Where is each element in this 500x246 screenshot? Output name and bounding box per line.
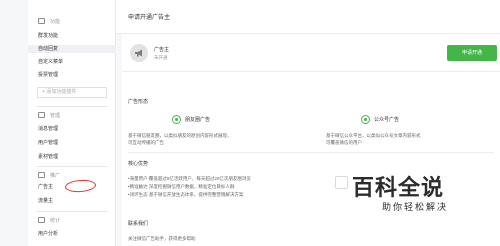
management-section-label: 管理 — [50, 112, 61, 119]
sidebar-divider — [36, 211, 108, 212]
function-icon — [38, 18, 45, 24]
function-section-label: 功能 — [50, 18, 61, 25]
advantage-line: •闭环生态 基于微信开放生态体系，提供完整营销解决方案 — [128, 192, 244, 197]
watermark-subtitle: 助你轻松解决 — [382, 202, 449, 212]
moments-ad-option[interactable]: 朋友圈广告 — [172, 115, 210, 124]
ad-format-heading: 广告形态 — [128, 99, 149, 105]
sidebar-item-vote-management[interactable]: 投票管理 — [38, 71, 58, 79]
sidebar-item-user-management[interactable]: 用户管理 — [38, 139, 58, 147]
moments-ad-desc: 基于微信朋友圈，以类似朋友的原创内容形式展现， — [128, 133, 232, 138]
megaphone-icon — [130, 44, 148, 62]
sidebar-divider — [36, 166, 108, 167]
advertiser-card: 广告主 未开通 申请开通 广告形态 朋友圈广告 基于微信朋友圈，以类似朋友的原创… — [122, 34, 500, 246]
function-section-header: 功能 — [38, 16, 60, 26]
page-title: 申请开通广告主 — [128, 15, 171, 21]
page-header: 申请开通广告主 — [116, 0, 500, 34]
promotion-section-label: 推广 — [50, 172, 61, 179]
management-icon — [38, 112, 45, 118]
moments-ad-label: 朋友圈广告 — [185, 117, 211, 123]
contact-heading: 联系我们 — [128, 221, 149, 227]
sidebar-item-user-analysis[interactable]: 用户分析 — [38, 230, 58, 238]
management-section-header: 管理 — [38, 110, 60, 120]
core-advantages-heading: 核心优势 — [128, 161, 149, 167]
stats-section-label: 统计 — [50, 217, 61, 224]
contact-line: 关注微信广告助手，获得更多帮助 — [128, 236, 196, 241]
highlight-circle — [64, 178, 97, 194]
sidebar-item-message-management[interactable]: 消息管理 — [38, 125, 58, 133]
watermark-logo-icon — [335, 176, 348, 189]
official-account-ad-desc: 基于微信公众平台，以类似公众号文章内容形式 — [326, 133, 421, 138]
add-plugin-button[interactable]: + 添加功能插件 — [37, 87, 107, 98]
official-account-icon — [361, 115, 370, 124]
stats-section-header: 统计 — [38, 215, 60, 225]
official-account-ad-desc: 可覆盖微信的用户 — [326, 140, 362, 145]
section-divider — [128, 152, 494, 153]
advantage-line: •精准触达 深度挖掘微信用户数据，精准定位目标人群 — [128, 184, 235, 189]
sidebar-item-material-management[interactable]: 素材管理 — [38, 153, 58, 161]
sidebar-item-custom-menu[interactable]: 自定义菜单 — [38, 58, 63, 66]
sidebar-item-advertiser[interactable]: 广告主 — [38, 183, 53, 191]
advertiser-name: 广告主 — [154, 47, 170, 53]
moments-icon — [172, 115, 181, 124]
sidebar-item-traffic-owner[interactable]: 流量主 — [38, 197, 53, 205]
official-account-ad-label: 公众号广告 — [374, 117, 400, 123]
advantage-line: •海量用户 覆盖超过8亿活跃用户，每天超过20亿次朋友圈浏览 — [128, 176, 251, 181]
moments-ad-desc: 可互动传播的广告 — [128, 140, 164, 145]
sidebar: 功能 群发功能 自动回复 自定义菜单 投票管理 + 添加功能插件 管理 消息管理… — [28, 0, 116, 246]
advertiser-status: 未开通 — [154, 55, 168, 60]
sidebar-item-mass-send[interactable]: 群发功能 — [38, 32, 58, 40]
promotion-section-header: 推广 — [38, 170, 60, 180]
official-account-ad-option[interactable]: 公众号广告 — [361, 115, 399, 124]
apply-button[interactable]: 申请开通 — [447, 45, 497, 61]
stats-icon — [38, 217, 45, 223]
watermark-title: 百科全说 — [352, 175, 445, 200]
advertiser-summary: 广告主 未开通 申请开通 — [122, 34, 500, 72]
sidebar-divider — [36, 106, 108, 107]
promotion-icon — [38, 172, 45, 178]
sidebar-item-auto-reply[interactable]: 自动回复 — [28, 45, 116, 53]
